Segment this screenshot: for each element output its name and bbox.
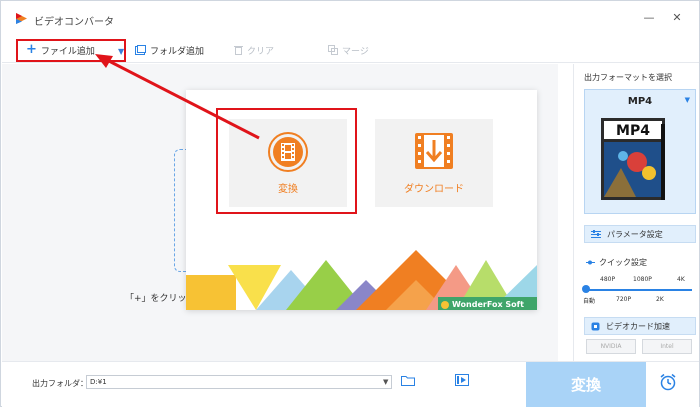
film-download-icon (415, 133, 453, 169)
parameter-settings-label: パラメータ設定 (607, 229, 663, 239)
download-mode-card[interactable]: ダウンロード (375, 119, 493, 207)
close-button[interactable]: ✕ (669, 11, 685, 24)
fox-icon (441, 300, 449, 309)
open-output-icon[interactable] (455, 374, 469, 386)
convert-card-highlight (216, 108, 357, 214)
quick-settings-icon (586, 260, 595, 265)
add-folder-label: フォルダ追加 (150, 46, 205, 57)
download-mode-label: ダウンロード (404, 184, 464, 195)
clear-label: クリア (247, 46, 275, 57)
add-folder-button[interactable]: フォルダ追加 (135, 42, 204, 58)
output-folder-label: 出力フォルダ： (32, 379, 88, 388)
brand-logo: WonderFox Soft (441, 300, 524, 309)
quality-slider-track[interactable] (586, 289, 692, 291)
tick-2k: 2K (656, 296, 664, 303)
output-format-title: 出力フォーマットを選択 (584, 73, 672, 82)
add-file-highlight (16, 39, 126, 62)
trash-icon (234, 46, 243, 55)
title-bar: ビデオコンバータ — ✕ (1, 1, 699, 35)
clear-button[interactable]: クリア (234, 42, 274, 58)
quick-settings-title: クイック設定 (586, 257, 647, 268)
intel-badge: Intel (642, 339, 692, 354)
folder-browse-icon[interactable] (401, 375, 415, 386)
mp4-thumbnail: MP4 (601, 118, 665, 200)
quality-slider-knob[interactable] (582, 285, 590, 293)
chip-icon (591, 322, 600, 330)
app-window: ビデオコンバータ — ✕ + ファイル追加 ▼ フォルダ追加 クリア マージ 「… (0, 0, 700, 407)
quick-settings-label: クイック設定 (599, 258, 647, 267)
app-logo-icon (16, 13, 27, 24)
merge-icon (328, 45, 338, 55)
tick-480p: 480P (600, 276, 616, 283)
minimize-button[interactable]: — (641, 11, 657, 24)
merge-label: マージ (342, 46, 369, 57)
parameter-settings-button[interactable]: パラメータ設定 (584, 225, 696, 243)
output-folder-dropdown-icon[interactable]: ▼ (383, 378, 388, 386)
tick-4k: 4K (677, 276, 685, 283)
gpu-accel-label: ビデオカード加速 (606, 321, 670, 331)
tick-auto: 自動 (583, 298, 596, 305)
alarm-clock-icon[interactable] (659, 373, 677, 391)
app-title: ビデオコンバータ (34, 17, 114, 28)
tick-1080p: 1080P (633, 276, 652, 283)
gpu-accel-button[interactable]: ビデオカード加速 (584, 317, 696, 335)
output-folder-field[interactable]: D:¥1 (86, 375, 392, 389)
right-panel: 出力フォーマットを選択 MP4 ▼ MP4 パラメータ設定 クイック設定 480… (573, 64, 699, 361)
nvidia-badge: NVIDIA (586, 339, 636, 354)
format-selector[interactable]: MP4 ▼ MP4 (584, 89, 696, 214)
format-name: MP4 (627, 96, 653, 107)
brand-text: WonderFox Soft (452, 300, 524, 309)
format-dropdown-icon: ▼ (684, 96, 690, 104)
tick-720p: 720P (616, 296, 632, 303)
folder-add-icon (135, 45, 146, 55)
convert-button[interactable]: 変換 (526, 362, 646, 407)
merge-button[interactable]: マージ (328, 42, 369, 58)
mp4-thumbnail-label: MP4 (616, 123, 650, 139)
bottom-bar: 出力フォルダ： D:¥1 ▼ 変換 (2, 361, 699, 407)
sliders-icon (591, 229, 601, 238)
